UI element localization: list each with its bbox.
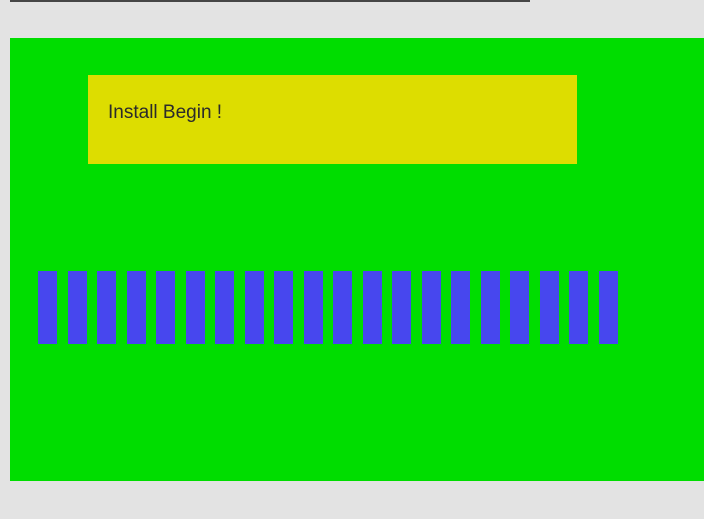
progress-block	[274, 271, 293, 344]
progress-bar	[38, 271, 618, 344]
status-message-box: Install Begin !	[88, 75, 577, 164]
progress-block	[392, 271, 411, 344]
progress-block	[510, 271, 529, 344]
progress-block	[333, 271, 352, 344]
progress-block	[599, 271, 618, 344]
progress-block	[245, 271, 264, 344]
top-border	[0, 0, 704, 38]
progress-block	[540, 271, 559, 344]
bottom-border	[0, 481, 704, 519]
progress-block	[38, 271, 57, 344]
progress-block	[363, 271, 382, 344]
progress-block	[569, 271, 588, 344]
top-scanline-artifact	[10, 0, 530, 2]
progress-block	[422, 271, 441, 344]
status-message: Install Begin !	[108, 101, 223, 123]
progress-block	[304, 271, 323, 344]
progress-block	[186, 271, 205, 344]
progress-block	[68, 271, 87, 344]
progress-block	[127, 271, 146, 344]
progress-block	[215, 271, 234, 344]
progress-block	[97, 271, 116, 344]
install-screen: Install Begin !	[0, 0, 704, 519]
progress-block	[451, 271, 470, 344]
progress-block	[481, 271, 500, 344]
progress-block	[156, 271, 175, 344]
